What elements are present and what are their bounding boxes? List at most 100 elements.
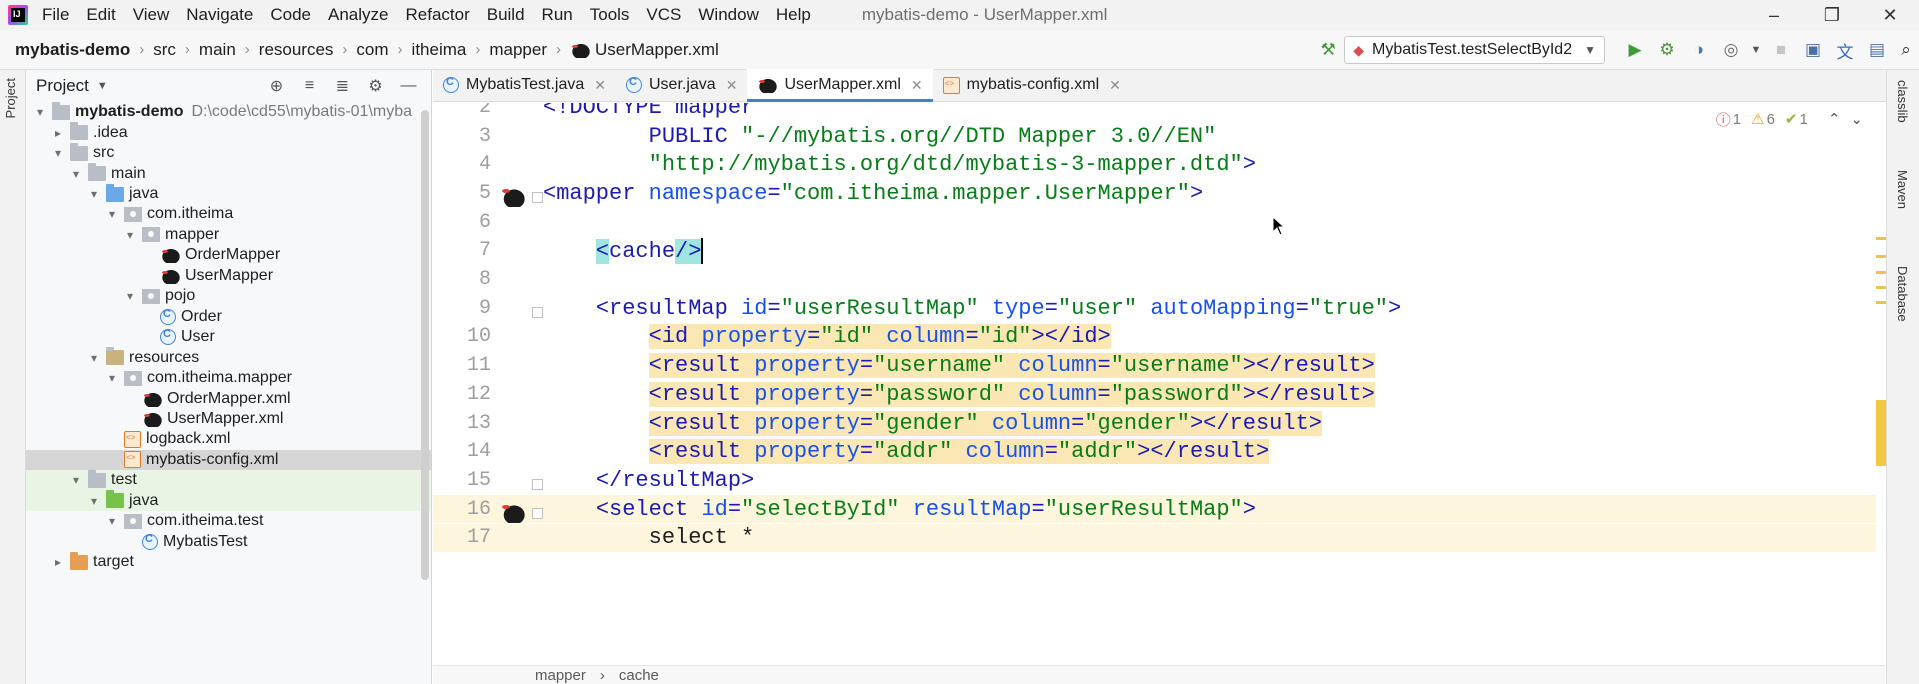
- chevron-down-icon[interactable]: ▾: [86, 187, 102, 201]
- tree-item[interactable]: OrderMapper.xml: [26, 388, 431, 408]
- breadcrumb-item[interactable]: src: [153, 40, 176, 60]
- code-line[interactable]: 15 </resultMap>: [433, 466, 1885, 495]
- tree-item[interactable]: MybatisTest: [26, 531, 431, 551]
- chevron-down-icon[interactable]: ▾: [86, 351, 102, 365]
- code-line[interactable]: 11 <result property="username" column="u…: [433, 351, 1885, 380]
- close-tab-icon[interactable]: ✕: [594, 77, 606, 94]
- tree-item[interactable]: Order: [26, 307, 431, 327]
- previous-highlight-icon[interactable]: ⌃: [1828, 110, 1841, 128]
- mybatis-navigate-icon[interactable]: [491, 179, 531, 208]
- breadcrumb-item[interactable]: main: [199, 40, 236, 60]
- search-icon[interactable]: ⌕: [1893, 35, 1919, 65]
- tool-window-classlib[interactable]: classlib: [1895, 80, 1910, 123]
- fold-marker-icon[interactable]: [531, 466, 543, 495]
- chevron-down-icon[interactable]: ▾: [104, 207, 120, 221]
- tree-item[interactable]: ▾ com.itheima.mapper: [26, 368, 431, 388]
- chevron-down-icon[interactable]: ▼: [97, 80, 108, 92]
- tree-item[interactable]: ▾ java: [26, 490, 431, 511]
- warning-marker[interactable]: [1876, 237, 1886, 240]
- collapse-all-icon[interactable]: ≣: [326, 76, 359, 96]
- chevron-down-icon[interactable]: ▾: [68, 167, 84, 181]
- chevron-down-icon[interactable]: ▾: [32, 105, 48, 119]
- chevron-down-icon[interactable]: ▾: [122, 289, 138, 303]
- code-line[interactable]: 8: [433, 265, 1885, 294]
- tree-item[interactable]: ▾ resources: [26, 347, 431, 367]
- menu-edit[interactable]: Edit: [86, 5, 115, 25]
- tree-item[interactable]: logback.xml: [26, 429, 431, 449]
- menu-run[interactable]: Run: [542, 5, 573, 25]
- chevron-down-icon[interactable]: ▾: [104, 371, 120, 385]
- code-line[interactable]: 6: [433, 208, 1885, 237]
- code-line[interactable]: 9 <resultMap id="userResultMap" type="us…: [433, 294, 1885, 323]
- translate-icon[interactable]: 文: [1829, 35, 1861, 65]
- debug-icon[interactable]: ⚙: [1651, 35, 1683, 65]
- tree-item[interactable]: ▾ mybatis-demo D:\code\cd55\mybatis-01\myb…: [26, 101, 431, 122]
- tree-item[interactable]: ▾ src: [26, 142, 431, 163]
- menu-window[interactable]: Window: [698, 5, 758, 25]
- run-icon[interactable]: ▶: [1619, 35, 1651, 65]
- tree-item[interactable]: UserMapper.xml: [26, 409, 431, 429]
- scroll-position-marker[interactable]: [1876, 400, 1886, 466]
- breadcrumb-item[interactable]: itheima: [412, 40, 467, 60]
- menu-code[interactable]: Code: [270, 5, 311, 25]
- profiler-icon[interactable]: ◎: [1715, 35, 1747, 65]
- tree-item[interactable]: ▾ mapper: [26, 225, 431, 245]
- editor-tab[interactable]: UserMapper.xml ✕: [747, 69, 933, 102]
- fold-marker-icon[interactable]: [531, 495, 543, 524]
- tree-item[interactable]: OrderMapper: [26, 245, 431, 265]
- menu-refactor[interactable]: Refactor: [405, 5, 469, 25]
- project-tree-scrollbar[interactable]: [421, 110, 429, 580]
- breadcrumb-item[interactable]: mapper: [489, 40, 547, 60]
- run-configuration-select[interactable]: ◆ MybatisTest.testSelectById2 ▼: [1344, 36, 1605, 64]
- project-structure-icon[interactable]: ▣: [1797, 35, 1829, 65]
- warning-marker[interactable]: [1876, 271, 1886, 274]
- mybatis-navigate-icon[interactable]: [491, 495, 531, 524]
- chevron-right-icon[interactable]: ▸: [50, 126, 66, 140]
- stop-icon[interactable]: ■: [1765, 35, 1797, 65]
- code-line[interactable]: 14 <result property="addr" column="addr"…: [433, 437, 1885, 466]
- menu-help[interactable]: Help: [776, 5, 811, 25]
- coverage-icon[interactable]: ◑: [1683, 35, 1715, 65]
- chevron-down-icon[interactable]: ▾: [104, 514, 120, 528]
- locate-icon[interactable]: ⊕: [260, 76, 293, 96]
- menu-vcs[interactable]: VCS: [646, 5, 681, 25]
- menu-analyze[interactable]: Analyze: [328, 5, 388, 25]
- code-line[interactable]: 5 <mapper namespace="com.itheima.mapper.U…: [433, 179, 1885, 208]
- code-line[interactable]: 12 <result property="password" column="p…: [433, 380, 1885, 409]
- menu-tools[interactable]: Tools: [590, 5, 630, 25]
- tool-window-database[interactable]: Database: [1895, 266, 1910, 322]
- project-tool-button[interactable]: Project: [3, 78, 18, 118]
- close-tab-icon[interactable]: ✕: [726, 77, 738, 94]
- code-line[interactable]: 4 "http://mybatis.org/dtd/mybatis-3-mapp…: [433, 150, 1885, 179]
- tree-item[interactable]: UserMapper: [26, 266, 431, 286]
- tool-window-maven[interactable]: Maven: [1895, 170, 1910, 209]
- editor-breadcrumb-item[interactable]: cache: [619, 667, 659, 684]
- code-line[interactable]: 16 <select id="selectById" resultMap="us…: [433, 494, 1885, 524]
- tree-item[interactable]: ▾ pojo: [26, 286, 431, 306]
- editor-tab[interactable]: User.java ✕: [616, 69, 747, 101]
- breadcrumb-item[interactable]: com: [356, 40, 388, 60]
- tree-item[interactable]: ▾ test: [26, 469, 431, 491]
- chevron-down-icon[interactable]: ▾: [50, 146, 66, 160]
- chevron-right-icon[interactable]: ▸: [50, 555, 66, 569]
- next-highlight-icon[interactable]: ⌄: [1850, 110, 1863, 128]
- menu-file[interactable]: File: [42, 5, 69, 25]
- tree-item[interactable]: ▾ main: [26, 163, 431, 183]
- code-line[interactable]: 13 <result property="gender" column="gen…: [433, 409, 1885, 438]
- editor-breadcrumb-item[interactable]: mapper: [535, 667, 586, 684]
- tree-item[interactable]: ▾ java: [26, 183, 431, 204]
- breadcrumb-item[interactable]: UserMapper.xml: [570, 40, 719, 60]
- editor-tab[interactable]: mybatis-config.xml ✕: [933, 69, 1131, 101]
- error-stripe[interactable]: [1876, 103, 1886, 665]
- chevron-down-icon[interactable]: ▾: [86, 494, 102, 508]
- inspection-widget[interactable]: ⓘ 1 ⚠ 6 ✔ 1 ⌃ ⌄: [1706, 103, 1863, 135]
- tree-item[interactable]: User: [26, 327, 431, 347]
- menu-build[interactable]: Build: [487, 5, 525, 25]
- expand-all-icon[interactable]: ≡: [293, 77, 326, 95]
- fold-marker-icon[interactable]: [531, 179, 543, 208]
- fold-marker-icon[interactable]: [531, 294, 543, 323]
- menu-navigate[interactable]: Navigate: [186, 5, 253, 25]
- layout-icon[interactable]: ▤: [1861, 35, 1893, 65]
- tree-item[interactable]: ▾ com.itheima.test: [26, 511, 431, 531]
- warning-marker[interactable]: [1876, 301, 1886, 304]
